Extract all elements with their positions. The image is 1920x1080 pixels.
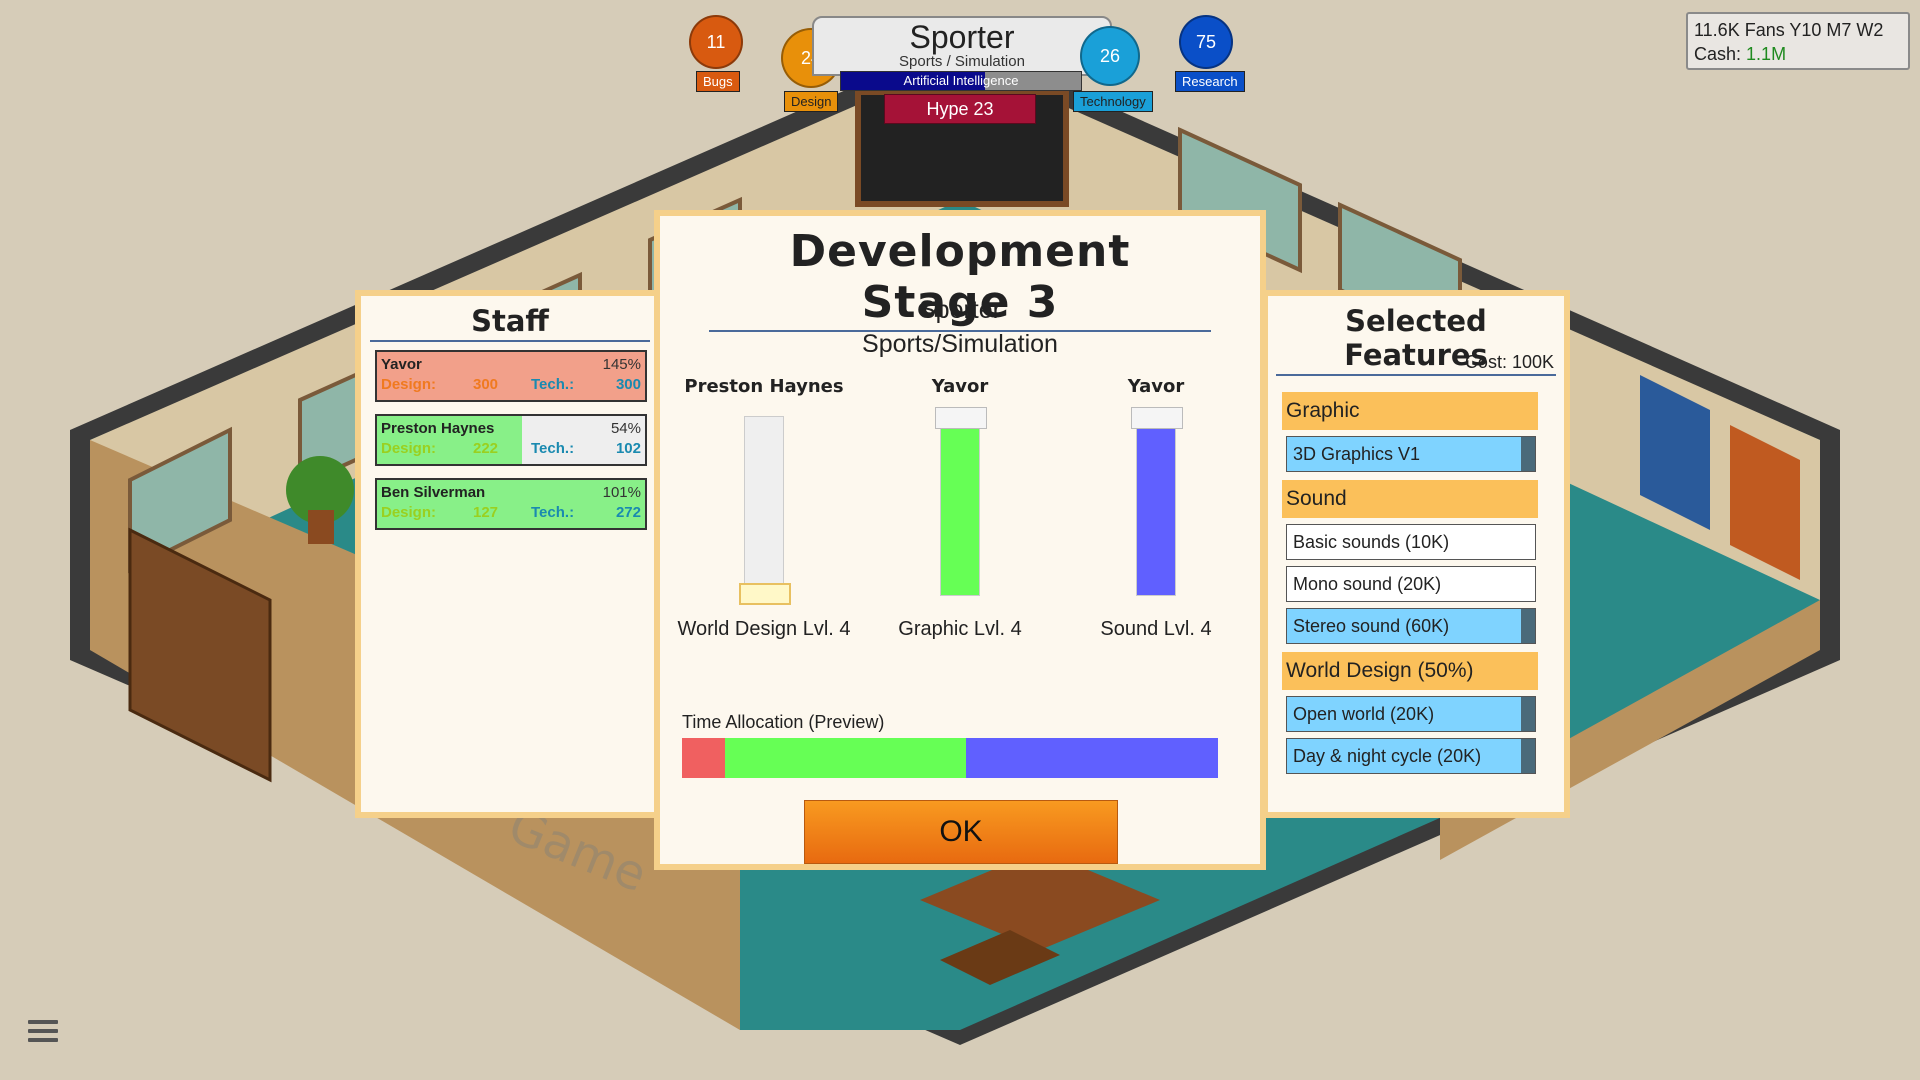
staff-tech-label: Tech.: — [531, 440, 575, 457]
feature-category: World Design (50%) — [1282, 652, 1538, 690]
focus-slider-fill — [1137, 417, 1175, 595]
staff-efficiency: 101% — [602, 484, 641, 501]
game-title: Sporter — [909, 19, 1015, 55]
column-area-label: Graphic Lvl. 4 — [898, 618, 1022, 640]
focus-slider-handle[interactable] — [935, 407, 987, 429]
research-progress-bar: Artificial Intelligence — [840, 71, 1082, 91]
column-staff-name: Yavor — [1127, 376, 1185, 397]
staff-design-label: Design: — [381, 376, 437, 393]
staff-row-name: Yavor 145% — [381, 356, 641, 373]
time-allocation-bar — [682, 738, 1218, 778]
technology-points-label: Technology — [1073, 91, 1153, 112]
focus-slider-fill — [941, 417, 979, 595]
focus-slider-track[interactable] — [739, 416, 791, 605]
staff-tech-label: Tech.: — [531, 504, 575, 521]
feature-category: Sound — [1282, 480, 1538, 518]
research-points-icon: 75 — [1179, 15, 1233, 69]
dialog-game-name: Sporter — [919, 296, 1001, 324]
time-allocation-segment — [966, 738, 1218, 778]
staff-tech-label: Tech.: — [531, 376, 575, 393]
time-allocation-segment — [724, 738, 967, 778]
staff-name: Yavor — [381, 356, 422, 373]
cash-label: Cash: — [1694, 44, 1742, 64]
focus-slider-handle[interactable] — [1131, 407, 1183, 429]
hamburger-menu-icon[interactable] — [28, 1020, 58, 1046]
cash-line: Cash: 1.1M — [1694, 42, 1902, 66]
feature-item[interactable]: Day & night cycle (20K) — [1286, 738, 1536, 774]
bugs-label: Bugs — [696, 71, 740, 92]
staff-name: Ben Silverman — [381, 484, 486, 501]
staff-row-name: Preston Haynes 54% — [381, 420, 641, 437]
game-genre: Sports / Simulation — [899, 53, 1025, 70]
column-staff-name: Yavor — [931, 376, 989, 397]
staff-tech-value: 300 — [615, 376, 641, 393]
column-staff-name: Preston Haynes — [684, 376, 844, 397]
features-cost: Cost: 100K — [1464, 352, 1554, 372]
staff-card[interactable]: Preston Haynes 54% Design: 222 Tech.: 102 — [375, 414, 647, 466]
focus-slider-track[interactable] — [1131, 407, 1183, 596]
staff-card[interactable]: Ben Silverman 101% Design: 127 Tech.: 272 — [375, 478, 647, 530]
selected-features-panel: Selected Features Cost: 100K Graphic 3D G… — [1262, 290, 1570, 818]
hype-badge: Hype 23 — [884, 94, 1036, 124]
feature-item[interactable]: Basic sounds (10K) — [1286, 524, 1536, 560]
design-points-label: Design — [784, 91, 839, 112]
staff-design-label: Design: — [381, 504, 437, 521]
cash-value: 1.1M — [1746, 44, 1787, 64]
game-title-box: Sporter Sports / Simulation — [812, 16, 1112, 76]
focus-slider-handle[interactable] — [739, 583, 791, 605]
staff-design-value: 127 — [473, 504, 499, 521]
development-stage-dialog: Development Stage 3 Sporter Sports/Simul… — [654, 210, 1266, 870]
staff-tech-value: 272 — [615, 504, 641, 521]
staff-design-value: 300 — [473, 376, 499, 393]
technology-points-icon: 26 — [1080, 26, 1140, 86]
staff-title: Staff — [370, 296, 650, 342]
column-area-label: World Design Lvl. 4 — [677, 618, 851, 640]
bugs-icon: 11 — [689, 15, 743, 69]
dialog-game-genre: Sports/Simulation — [862, 330, 1058, 358]
focus-slider-track[interactable] — [935, 407, 987, 596]
staff-efficiency: 145% — [602, 356, 641, 373]
feature-item[interactable]: Mono sound (20K) — [1286, 566, 1536, 602]
feature-item[interactable]: Open world (20K) — [1286, 696, 1536, 732]
staff-card[interactable]: Yavor 145% Design: 300 Tech.: 300 — [375, 350, 647, 402]
ok-button[interactable]: OK — [804, 800, 1118, 864]
staff-tech-value: 102 — [615, 440, 641, 457]
staff-design-label: Design: — [381, 440, 437, 457]
time-allocation-segment — [682, 738, 725, 778]
feature-item[interactable]: Stereo sound (60K) — [1286, 608, 1536, 644]
fans-date-line: 11.6K Fans Y10 M7 W2 — [1694, 20, 1884, 40]
staff-design-value: 222 — [473, 440, 499, 457]
research-topic: Artificial Intelligence — [903, 73, 1019, 88]
company-status-box[interactable]: 11.6K Fans Y10 M7 W2 Cash: 1.1M — [1686, 12, 1910, 70]
column-area-label: Sound Lvl. 4 — [1100, 618, 1212, 640]
staff-panel: Staff Yavor 145% Design: 300 Tech.: 300 Presto… — [355, 290, 665, 818]
feature-category: Graphic — [1282, 392, 1538, 430]
staff-row-name: Ben Silverman 101% — [381, 484, 641, 501]
staff-efficiency: 54% — [610, 420, 641, 437]
time-allocation-label: Time Allocation (Preview) — [682, 712, 885, 732]
staff-name: Preston Haynes — [381, 420, 495, 437]
feature-item[interactable]: 3D Graphics V1 — [1286, 436, 1536, 472]
research-points-label: Research — [1175, 71, 1245, 92]
